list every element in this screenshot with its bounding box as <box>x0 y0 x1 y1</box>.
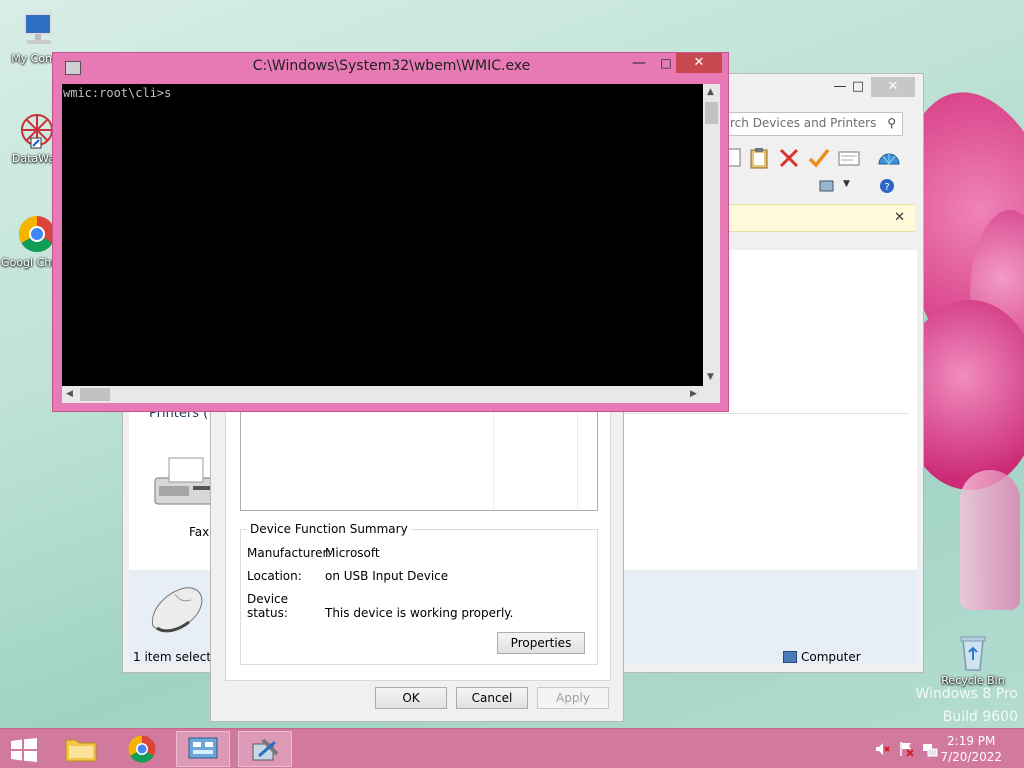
field-value: on USB Input Device <box>325 569 449 583</box>
search-icon: ⚲ <box>887 116 896 130</box>
field-label: Device status: <box>247 592 289 620</box>
console-vertical-scrollbar[interactable]: ▲ ▼ <box>703 84 720 386</box>
field-value: This device is working properly. <box>325 606 514 620</box>
svg-text:?: ? <box>884 182 889 193</box>
ok-button[interactable]: OK <box>375 687 447 709</box>
scroll-up-icon[interactable]: ▲ <box>707 87 714 97</box>
properties-button[interactable]: Properties <box>497 632 585 654</box>
taskbar-clock[interactable]: 2:19 PM 7/20/2022 <box>940 733 1002 765</box>
field-label: Location: <box>247 569 302 583</box>
scroll-left-icon[interactable]: ◀ <box>66 389 73 399</box>
wmic-console-window: C:\Windows\System32\wbem\WMIC.exe — □ ✕ … <box>52 52 729 412</box>
scrollbar-thumb[interactable] <box>705 102 718 124</box>
taskbar-file-explorer[interactable] <box>54 731 108 767</box>
clock-time: 2:19 PM <box>947 734 996 748</box>
notification-bar: ✕ <box>719 204 915 232</box>
folder-icon <box>65 739 97 762</box>
action-center-flag-icon[interactable] <box>898 741 914 757</box>
taskbar: 2:19 PM 7/20/2022 <box>0 728 1024 768</box>
desktop-icon-recycle-bin[interactable]: Recycle Bin <box>936 632 1010 688</box>
scrollbar-corner <box>703 386 720 403</box>
apply-button[interactable]: Apply <box>537 687 609 709</box>
list-column-divider <box>577 401 578 509</box>
checkmark-icon[interactable] <box>807 146 831 170</box>
wallpaper-stem <box>960 470 1020 610</box>
device-function-summary: Device Function Summary Manufacturer:Mic… <box>240 522 598 665</box>
cancel-button[interactable]: Cancel <box>456 687 528 709</box>
taskbar-chrome[interactable] <box>116 731 170 767</box>
location-row: Location: on USB Input Device <box>247 569 448 583</box>
console-minimize-button[interactable]: — <box>625 53 653 73</box>
taskbar-wmic[interactable] <box>238 731 292 767</box>
shell-icon[interactable] <box>877 146 901 170</box>
console-horizontal-scrollbar[interactable]: ◀ ▶ <box>62 386 703 403</box>
chrome-icon <box>128 735 156 763</box>
status-computer-label: Computer <box>801 650 861 664</box>
explorer-toolbar: ▼ ? <box>719 146 919 193</box>
search-devices-input[interactable]: rch Devices and Printers ⚲ <box>723 112 903 136</box>
fax-icon[interactable] <box>149 450 219 520</box>
datawag-icon <box>21 114 53 149</box>
console-prompt: wmic:root\cli>s <box>63 86 172 100</box>
console-output[interactable]: wmic:root\cli>s <box>62 84 703 386</box>
start-windows-icon[interactable] <box>10 738 38 762</box>
computer-icon <box>783 651 797 663</box>
hardware-tab-panel: Device Function Summary Manufacturer:Mic… <box>225 401 611 681</box>
watermark-edition: Windows 8 Pro <box>915 686 1018 702</box>
speaker-muted-icon[interactable] <box>874 741 890 757</box>
wmic-tools-icon <box>252 738 279 761</box>
recycle-bin-icon <box>960 636 986 671</box>
explorer-maximize-button[interactable]: □ <box>843 77 873 97</box>
clipboard-icon[interactable] <box>747 146 771 170</box>
explorer-close-button[interactable]: ✕ <box>871 77 915 97</box>
field-label: Manufacturer: <box>247 546 332 560</box>
control-panel-icon <box>188 737 218 759</box>
console-close-button[interactable]: ✕ <box>676 53 722 73</box>
field-value: Microsoft <box>325 546 380 560</box>
summary-title: Device Function Summary <box>247 522 411 536</box>
scrollbar-thumb[interactable] <box>80 388 110 401</box>
device-functions-list[interactable] <box>240 401 598 511</box>
search-placeholder: rch Devices and Printers <box>730 116 877 130</box>
chevron-down-icon[interactable]: ▼ <box>843 179 850 189</box>
help-icon[interactable]: ? <box>879 178 895 194</box>
manufacturer-row: Manufacturer:Microsoft <box>247 546 380 560</box>
watermark-build: Build 9600 <box>942 709 1018 725</box>
scroll-down-icon[interactable]: ▼ <box>707 372 714 382</box>
device-status-row: Device status: This device is working pro… <box>247 592 513 620</box>
mouse-properties-dialog: Device Function Summary Manufacturer:Mic… <box>210 400 624 722</box>
list-column-divider <box>493 401 494 509</box>
status-location: Computer <box>783 650 861 664</box>
mouse-icon[interactable] <box>145 582 209 638</box>
fax-device-label[interactable]: Fax <box>189 525 209 539</box>
computer-icon <box>24 13 52 44</box>
chrome-icon <box>18 216 55 253</box>
close-icon[interactable]: ✕ <box>894 210 905 225</box>
delete-x-icon[interactable] <box>777 146 801 170</box>
scroll-right-icon[interactable]: ▶ <box>690 389 697 399</box>
taskbar-control-panel[interactable] <box>176 731 230 767</box>
envelope-icon[interactable] <box>837 146 861 170</box>
network-icon[interactable] <box>922 741 938 757</box>
view-icon[interactable] <box>819 178 835 194</box>
clock-date: 7/20/2022 <box>940 750 1002 764</box>
